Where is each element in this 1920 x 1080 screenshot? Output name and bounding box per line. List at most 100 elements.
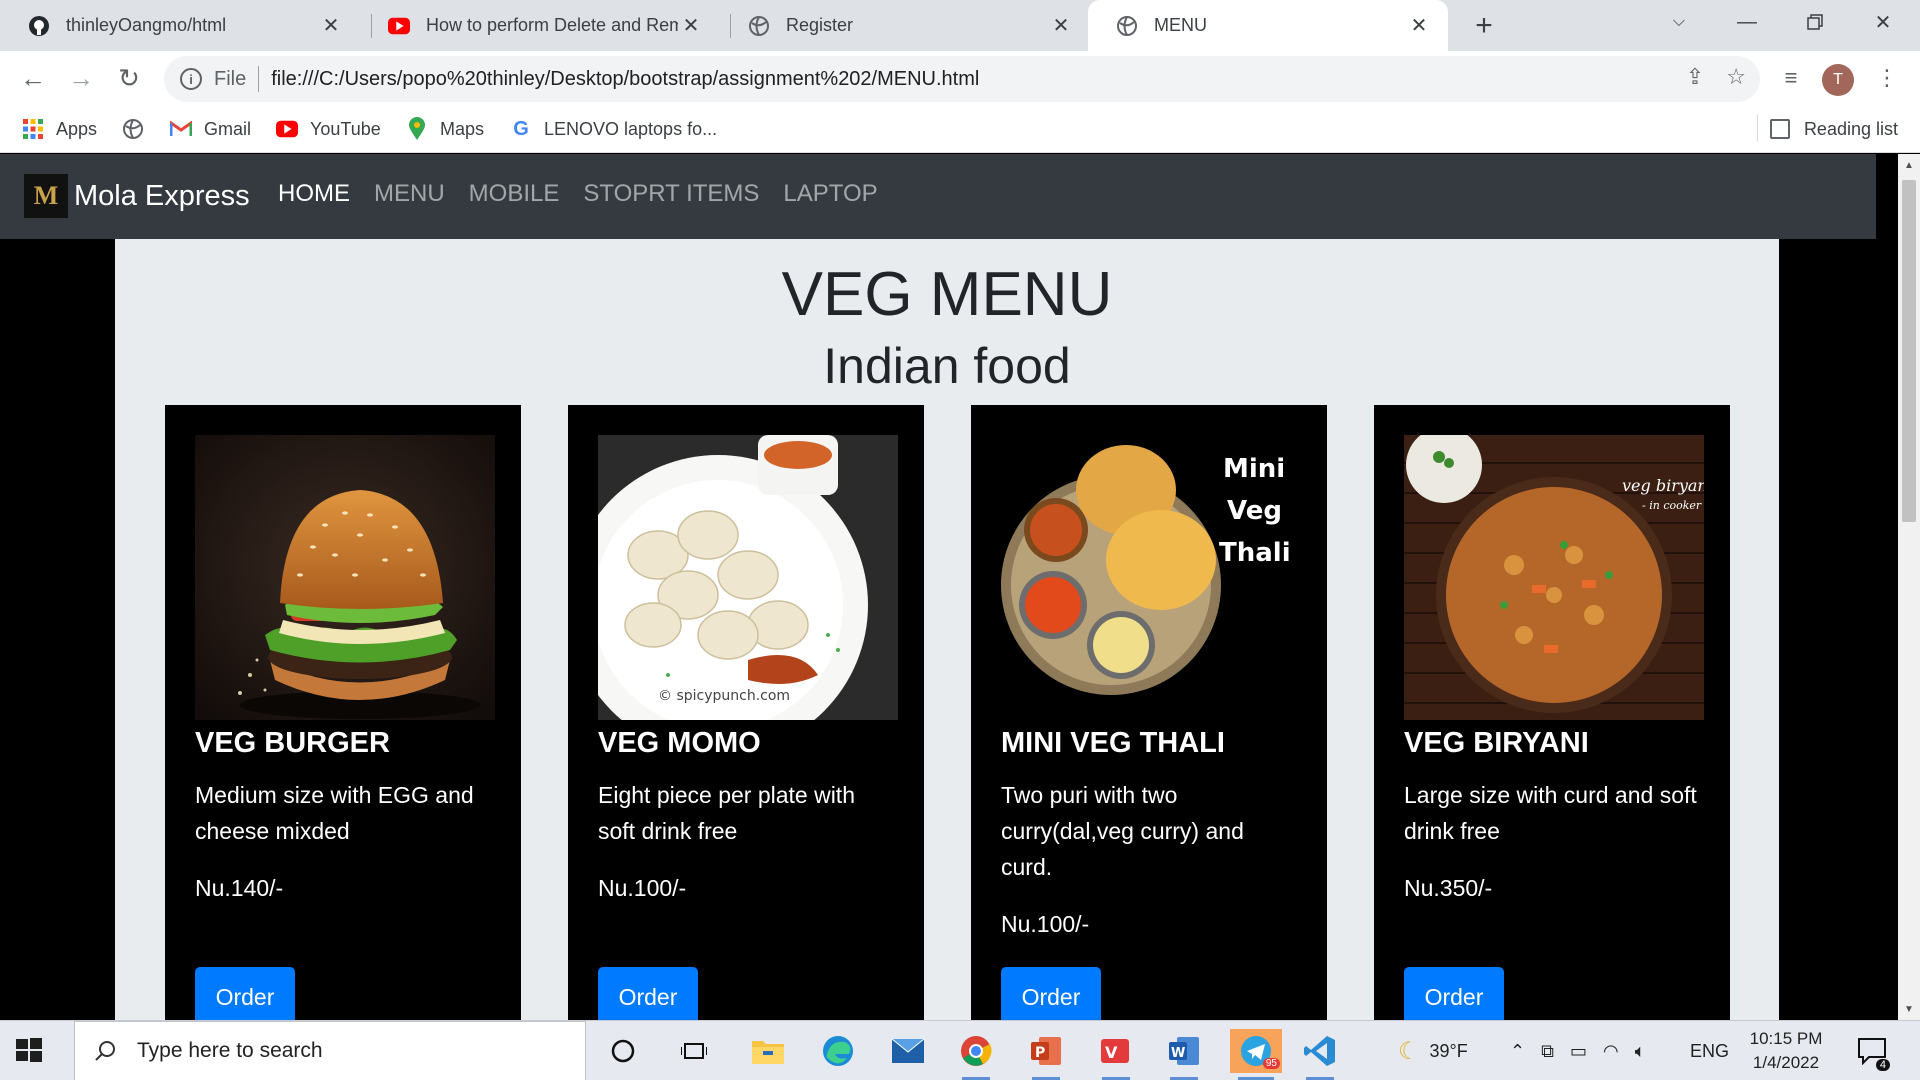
menu-card-veg-burger: VEG BURGER Medium size with EGG and chee… [165,405,521,1020]
menu-card-mini-veg-thali: Mini Veg Thali MINI VEG THALI Two puri w… [971,405,1327,1020]
bookmark-label: YouTube [310,118,381,139]
card-price: Nu.140/- [195,875,284,901]
chevron-up-icon[interactable]: ⌃ [1510,1041,1525,1062]
tab-register[interactable]: Register ✕ [720,0,1090,51]
svg-text:W: W [1171,1046,1185,1061]
restore-button[interactable] [1784,0,1846,44]
close-icon[interactable]: ✕ [1048,13,1074,39]
nav-link-laptop[interactable]: LAPTOP [783,180,877,208]
scrollbar-thumb[interactable] [1902,180,1916,522]
order-button[interactable]: Order [195,967,295,1020]
volume-icon[interactable]: 🔈︎ [1635,1041,1646,1062]
bookmark-star-icon[interactable]: ☆ [1726,64,1746,90]
bookmark-maps[interactable]: Maps [406,115,484,143]
url-text[interactable]: file:///C:/Users/popo%20thinley/Desktop/… [271,68,979,91]
close-icon[interactable]: ✕ [318,13,344,39]
powerpoint-icon[interactable]: P [1024,1029,1068,1080]
order-button[interactable]: Order [598,967,698,1020]
back-button[interactable]: ← [14,59,52,97]
tab-menu[interactable]: MENU ✕ [1088,0,1448,51]
kebab-menu-icon[interactable]: ⋮ [1868,59,1906,97]
forward-button[interactable]: → [62,59,100,97]
mini-veg-thali-image: Mini Veg Thali [1001,435,1301,720]
scroll-down-arrow-icon[interactable]: ▼ [1898,1000,1920,1018]
order-button[interactable]: Order [1001,967,1101,1020]
meet-now-icon[interactable]: ⧉ [1541,1041,1554,1062]
page-scrollbar[interactable]: ▲ ▼ [1898,154,1920,1020]
weather-widget[interactable]: ☾ 39°F [1398,1021,1468,1080]
mail-icon[interactable] [886,1029,930,1073]
address-bar[interactable]: i File file:///C:/Users/popo%20thinley/D… [164,56,1760,102]
battery-icon[interactable]: ▭ [1570,1041,1587,1062]
brand-name: Mola Express [74,179,250,212]
bookmark-globe[interactable] [122,115,156,143]
word-icon[interactable]: W [1162,1029,1206,1080]
tab-title: MENU [1154,15,1207,35]
bookmark-label: LENOVO laptops fo... [544,118,718,139]
tab-title: thinleyOangmo/html [66,15,227,35]
bookmark-gmail[interactable]: Gmail [170,115,251,143]
card-title: VEG MOMO [598,727,761,759]
tab-title: How to perform Delete and Remo [426,15,678,35]
notification-center-icon[interactable]: 4 [1850,1029,1894,1073]
info-icon[interactable]: i [180,68,202,90]
veg-biryani-image: veg biryani - in cooker [1404,435,1704,720]
page-subtitle: Indian food [823,338,1071,394]
close-icon[interactable]: ✕ [1406,13,1432,39]
close-window-button[interactable]: ✕ [1852,0,1914,44]
globe-icon [122,118,144,140]
close-icon[interactable]: ✕ [678,13,704,39]
menu-card-veg-momo: © spicypunch.com VEG MOMO Eight piece pe… [568,405,924,1020]
search-icon [93,1039,117,1063]
bookmark-lenovo[interactable]: G LENOVO laptops fo... [510,115,717,143]
maps-pin-icon [406,117,428,140]
url-scheme-label: File [214,67,247,90]
share-icon[interactable]: ⇪ [1686,64,1704,90]
card-price: Nu.100/- [598,875,687,901]
bookmark-apps[interactable]: Apps [22,115,97,143]
task-view-circle-icon[interactable] [601,1029,645,1073]
menu-card-veg-biryani: veg biryani - in cooker VEG BIRYANI Larg… [1374,405,1730,1020]
brand[interactable]: M Mola Express [24,174,250,218]
tab-github[interactable]: thinleyOangmo/html ✕ [0,0,360,51]
nav-link-menu[interactable]: MENU [374,180,445,208]
minimize-button[interactable]: — [1716,0,1778,44]
vscode-icon[interactable] [1298,1029,1342,1080]
nav-link-mobile[interactable]: MOBILE [469,180,560,208]
taskbar-search-input[interactable]: Type here to search [74,1021,586,1080]
image-caption-thali: Thali [1219,538,1291,568]
telegram-icon[interactable]: 95 [1230,1029,1282,1080]
reading-list-icon [1769,119,1790,139]
tab-search-icon[interactable]: ⌵ [1648,0,1710,44]
notification-count: 4 [1875,1059,1890,1071]
card-title: MINI VEG THALI [1001,727,1225,759]
chrome-icon[interactable] [954,1029,998,1080]
site-navbar: M Mola Express HOME MENU MOBILE STOPRT I… [0,154,1876,239]
tab-youtube[interactable]: How to perform Delete and Remo ✕ [360,0,720,51]
nav-links: HOME MENU MOBILE STOPRT ITEMS LAPTOP [278,180,878,208]
clock[interactable]: 10:15 PM 1/4/2022 [1736,1027,1836,1075]
avatar[interactable]: T [1822,64,1854,96]
order-button[interactable]: Order [1404,967,1504,1020]
new-tab-button[interactable]: + [1466,8,1502,44]
windows-start-icon[interactable] [14,1035,44,1065]
bookmark-youtube[interactable]: YouTube [276,115,381,143]
reading-list-button[interactable]: Reading list [1769,115,1898,143]
nav-link-home[interactable]: HOME [278,180,350,208]
nav-link-sport-items[interactable]: STOPRT ITEMS [583,180,759,208]
scroll-up-arrow-icon[interactable]: ▲ [1898,156,1920,174]
task-view-icon[interactable] [672,1029,716,1073]
bookmark-label: Maps [440,118,485,139]
moon-icon: ☾ [1398,1037,1420,1065]
clock-date: 1/4/2022 [1752,1053,1820,1072]
apps-grid-icon [22,118,44,140]
file-explorer-icon[interactable] [746,1029,790,1073]
wifi-icon[interactable]: ◠ [1603,1041,1619,1062]
bookmark-label: Gmail [204,118,252,139]
media-control-icon[interactable]: ≡ [1772,59,1810,97]
edge-browser-icon[interactable] [816,1029,860,1073]
reload-button[interactable]: ↻ [110,59,148,97]
telegram-badge: 95 [1262,1058,1280,1069]
wps-pdf-icon[interactable]: V [1094,1029,1138,1080]
language-indicator[interactable]: ENG [1690,1021,1729,1080]
